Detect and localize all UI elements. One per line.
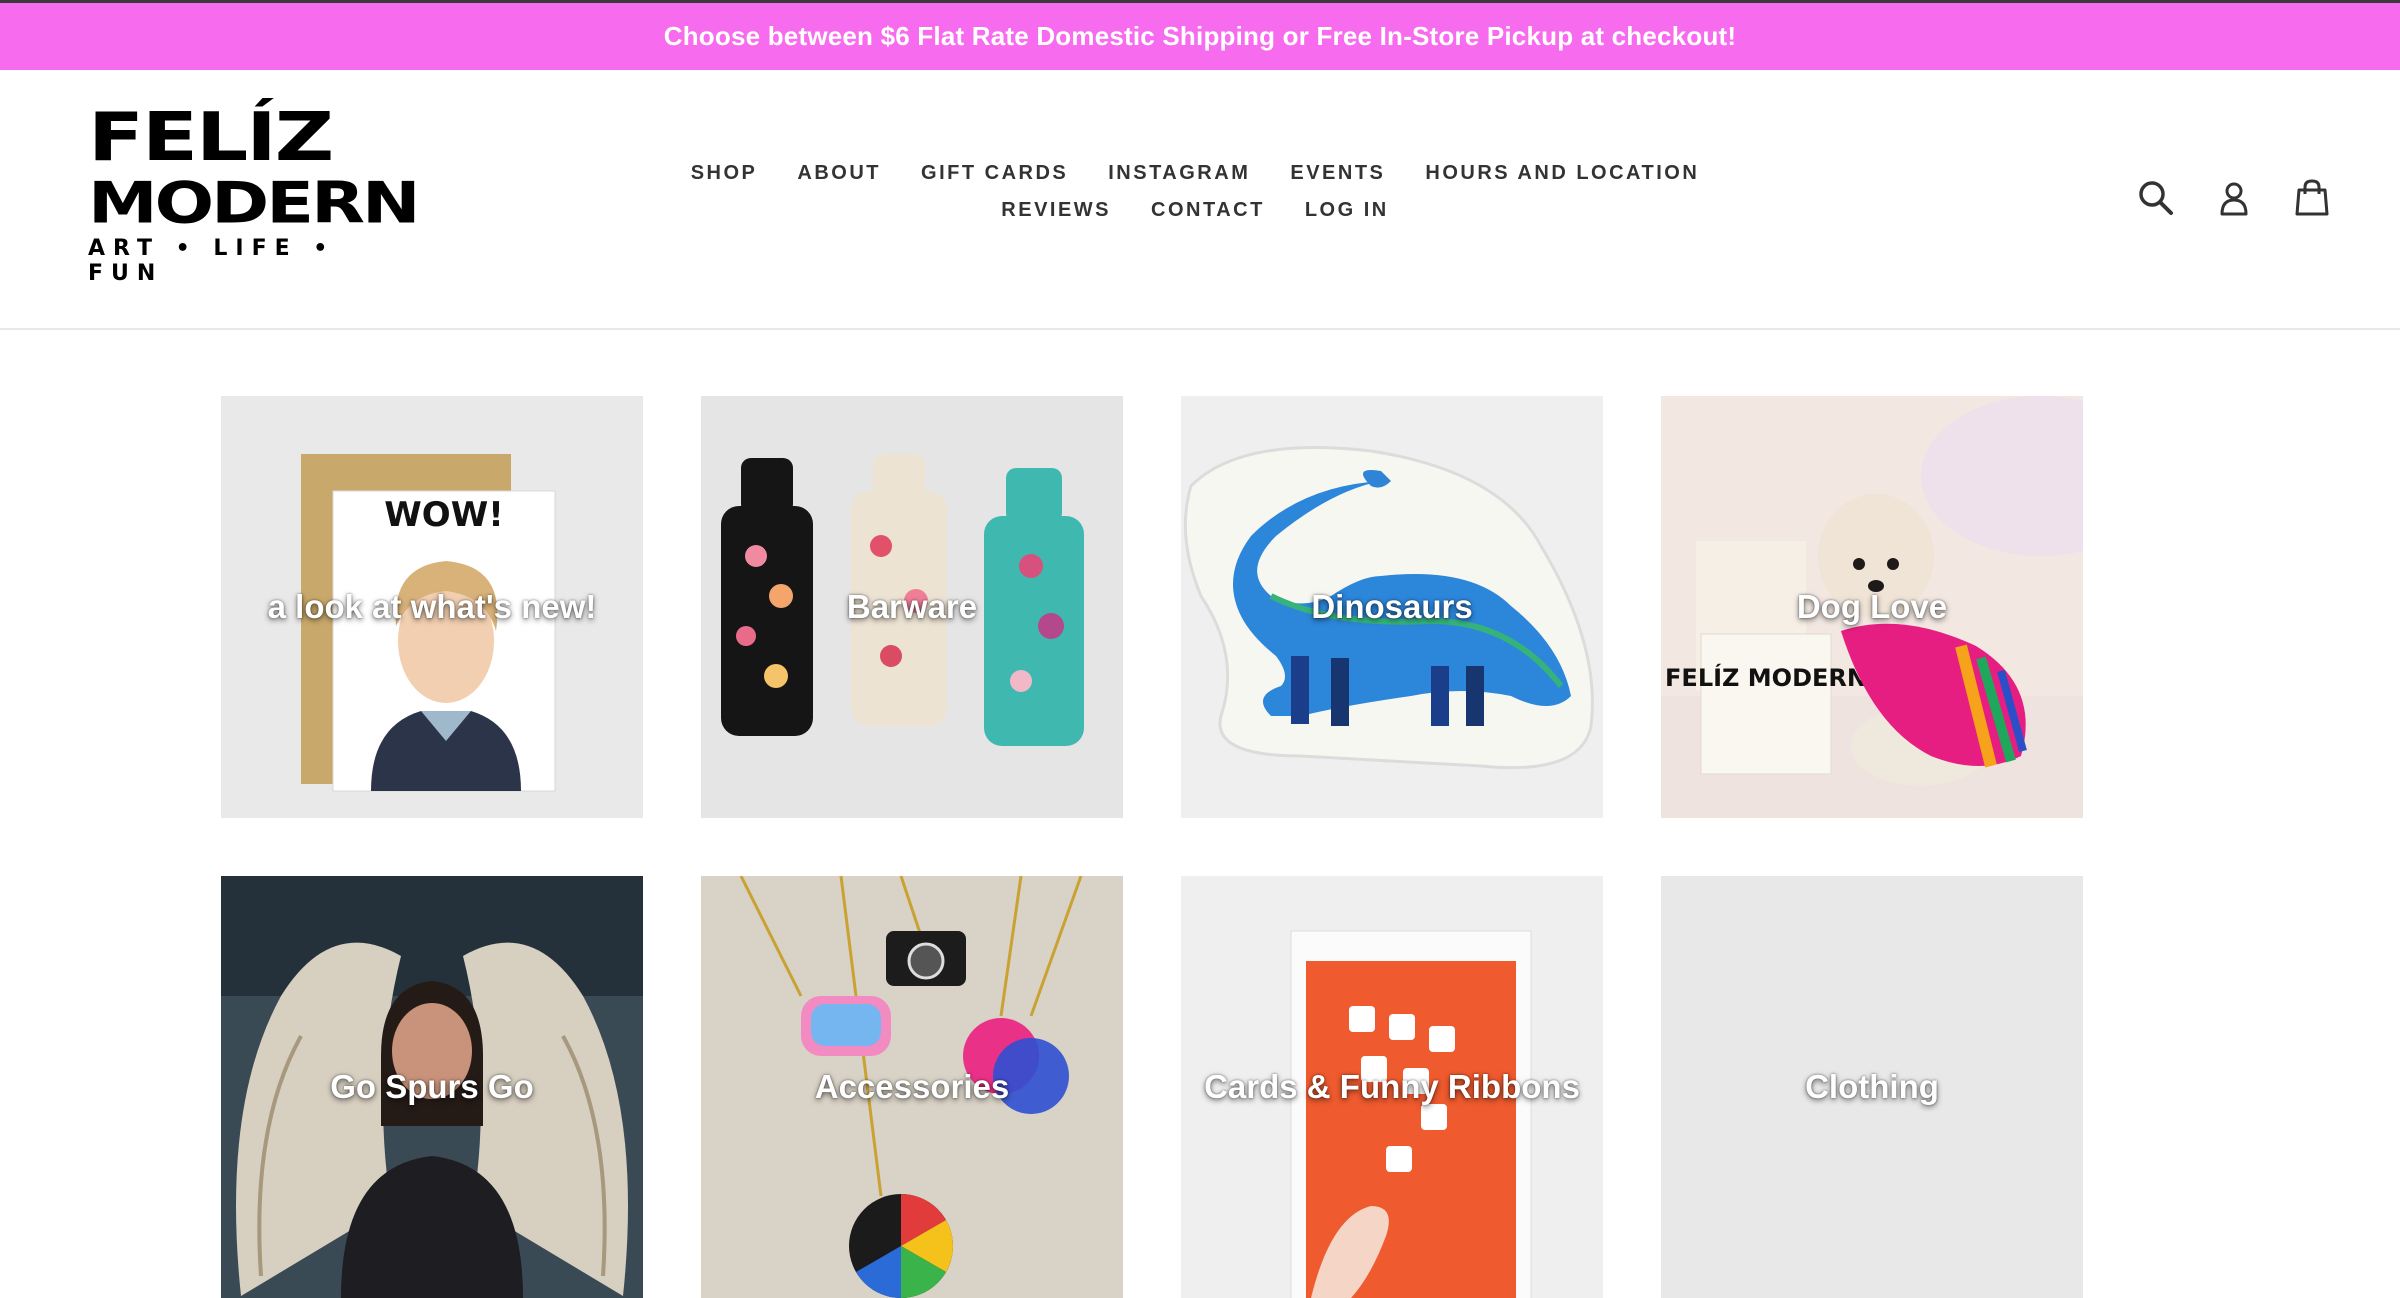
nav-gift-cards[interactable]: GIFT CARDS [921,162,1068,185]
nav-events[interactable]: EVENTS [1290,162,1385,185]
main-nav: SHOP ABOUT GIFT CARDS INSTAGRAM EVENTS H… [640,162,1750,236]
logo-line-1: FELÍZ [88,98,334,177]
collection-label: Clothing [1805,1068,1939,1105]
collection-label: Accessories [814,1068,1010,1105]
collection-label: Dinosaurs [1311,588,1473,625]
nav-about[interactable]: ABOUT [797,162,881,185]
collection-tile-cards-funny-ribbons[interactable]: Cards & Funny Ribbons [1181,876,1603,1298]
collection-tile-whats-new[interactable]: WOW! a look at what's new! [221,396,643,818]
nav-row-2: REVIEWS CONTACT LOG IN [640,199,1750,222]
nav-contact[interactable]: CONTACT [1151,199,1265,222]
site-header: FELÍZ MODERN ART • LIFE • FUN SHOP ABOUT… [0,70,2400,330]
collection-label: Barware [846,588,978,625]
announcement-bar: Choose between $6 Flat Rate Domestic Shi… [0,0,2400,70]
collection-label: Dog Love [1796,588,1948,625]
collection-label: Go Spurs Go [330,1068,534,1105]
search-icon[interactable] [2136,178,2176,218]
cart-icon[interactable] [2292,178,2332,218]
nav-instagram[interactable]: INSTAGRAM [1108,162,1250,185]
account-icon[interactable] [2214,178,2254,218]
collection-tile-clothing[interactable]: Clothing [1661,876,2083,1298]
logo[interactable]: FELÍZ MODERN ART • LIFE • FUN [88,98,421,286]
collection-tile-go-spurs-go[interactable]: Go Spurs Go [221,876,643,1298]
announcement-text: Choose between $6 Flat Rate Domestic Shi… [663,21,1737,51]
nav-hours-and-location[interactable]: HOURS AND LOCATION [1425,162,1699,185]
nav-row-1: SHOP ABOUT GIFT CARDS INSTAGRAM EVENTS H… [640,162,1750,185]
nav-shop[interactable]: SHOP [691,162,758,185]
nav-log-in[interactable]: LOG IN [1305,199,1389,222]
header-icons [2136,178,2332,218]
collection-tile-accessories[interactable]: Accessories [701,876,1123,1298]
collection-label: a look at what's new! [267,588,597,625]
collection-tile-barware[interactable]: Barware [701,396,1123,818]
nav-reviews[interactable]: REVIEWS [1001,199,1111,222]
logo-line-2: MODERN [88,169,421,237]
collection-tile-dinosaurs[interactable]: Dinosaurs [1181,396,1603,818]
logo-tagline: ART • LIFE • FUN [88,236,336,286]
collection-label: Cards & Funny Ribbons [1204,1068,1580,1105]
collection-tile-dog-love[interactable]: FELÍZ MODERN Dog Love [1661,396,2083,818]
